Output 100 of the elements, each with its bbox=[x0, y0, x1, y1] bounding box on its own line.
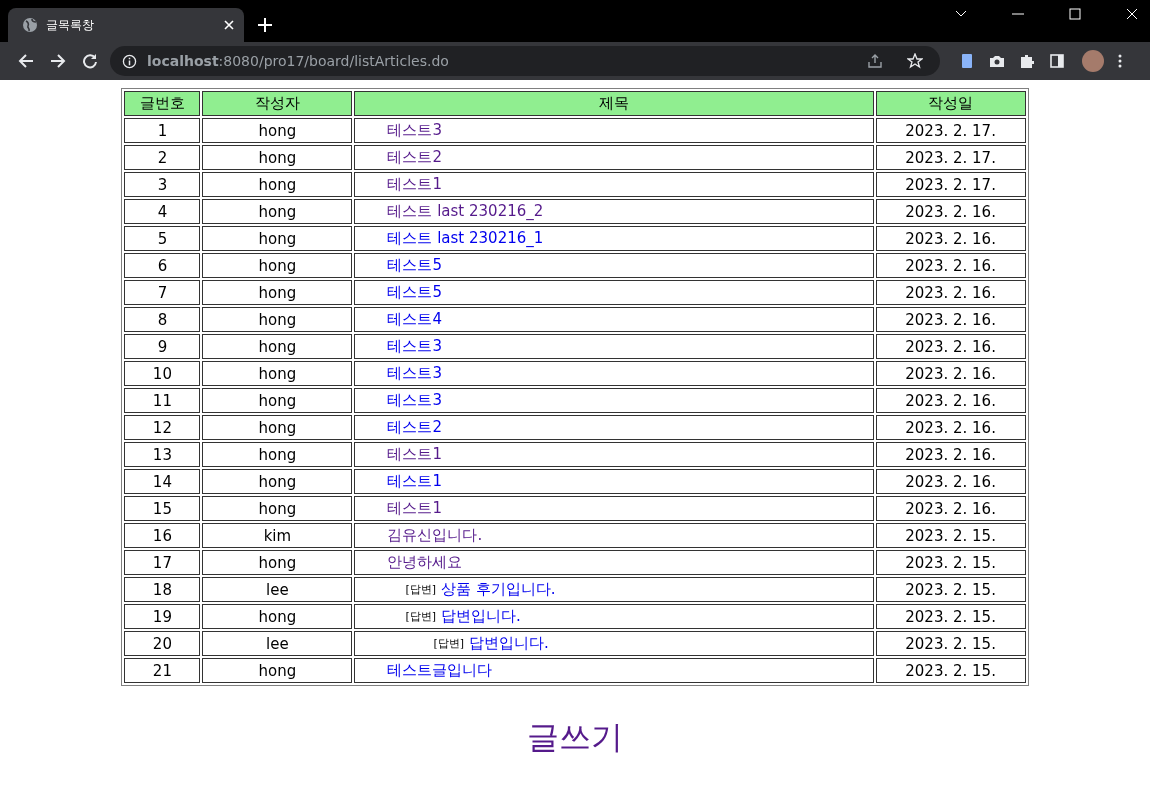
browser-tab[interactable]: 글목록창 bbox=[8, 8, 244, 42]
table-cell: hong bbox=[202, 280, 353, 305]
article-link[interactable]: 김유신입니다. bbox=[387, 526, 483, 545]
puzzle-icon[interactable] bbox=[1019, 53, 1035, 69]
table-cell: 2023. 2. 16. bbox=[875, 307, 1026, 332]
table-cell: 10 bbox=[124, 361, 201, 386]
article-link[interactable]: 테스트글입니다 bbox=[387, 661, 493, 680]
close-icon[interactable] bbox=[1126, 8, 1138, 20]
article-link[interactable]: 테스트3 bbox=[387, 337, 442, 356]
menu-icon[interactable] bbox=[1118, 53, 1122, 69]
article-link[interactable]: 답변입니다. bbox=[469, 634, 549, 653]
article-link[interactable]: 안녕하세요 bbox=[387, 553, 463, 572]
table-cell: 2023. 2. 16. bbox=[875, 199, 1026, 224]
document-icon[interactable] bbox=[959, 53, 975, 69]
new-tab-icon[interactable] bbox=[258, 18, 272, 32]
table-cell: 18 bbox=[124, 577, 201, 602]
table-cell: 2023. 2. 15. bbox=[875, 550, 1026, 575]
avatar-icon[interactable] bbox=[1082, 50, 1104, 72]
article-link[interactable]: 테스트 last 230216_2 bbox=[387, 202, 544, 221]
article-link[interactable]: 답변입니다. bbox=[441, 607, 521, 626]
table-cell: 2023. 2. 15. bbox=[875, 577, 1026, 602]
table-cell: hong bbox=[202, 118, 353, 143]
table-cell: 20 bbox=[124, 631, 201, 656]
column-header: 작성일 bbox=[875, 91, 1026, 116]
reply-label: [답변] bbox=[405, 609, 436, 624]
article-link[interactable]: 테스트3 bbox=[387, 364, 442, 383]
table-cell: 21 bbox=[124, 658, 201, 683]
reply-label: [답변] bbox=[405, 582, 436, 597]
address-bar[interactable]: localhost:8080/pro17/board/listArticles.do bbox=[110, 46, 940, 76]
reload-icon[interactable] bbox=[82, 53, 98, 69]
table-cell: 15 bbox=[124, 496, 201, 521]
tab-title: 글목록창 bbox=[46, 16, 95, 34]
table-cell: 2023. 2. 16. bbox=[875, 496, 1026, 521]
info-icon bbox=[122, 53, 137, 69]
table-cell: hong bbox=[202, 550, 353, 575]
article-link[interactable]: 테스트1 bbox=[387, 445, 442, 464]
table-cell: hong bbox=[202, 226, 353, 251]
article-link[interactable]: 테스트1 bbox=[387, 472, 442, 491]
back-arrow-icon[interactable] bbox=[18, 53, 34, 69]
table-cell: 2023. 2. 17. bbox=[875, 118, 1026, 143]
article-link[interactable]: 테스트5 bbox=[387, 256, 442, 275]
table-cell: 13 bbox=[124, 442, 201, 467]
article-link[interactable]: 테스트3 bbox=[387, 121, 442, 140]
table-cell: 2023. 2. 15. bbox=[875, 523, 1026, 548]
share-icon[interactable] bbox=[867, 53, 883, 69]
table-cell: 9 bbox=[124, 334, 201, 359]
table-cell: hong bbox=[202, 334, 353, 359]
column-header: 작성자 bbox=[202, 91, 353, 116]
maximize-icon[interactable] bbox=[1069, 8, 1081, 20]
table-cell: lee bbox=[202, 631, 353, 656]
table-cell: hong bbox=[202, 658, 353, 683]
close-icon[interactable] bbox=[224, 20, 234, 30]
table-cell: 19 bbox=[124, 604, 201, 629]
table-cell: 2023. 2. 16. bbox=[875, 280, 1026, 305]
table-cell: 2023. 2. 16. bbox=[875, 388, 1026, 413]
table-cell: 2023. 2. 16. bbox=[875, 334, 1026, 359]
globe-icon bbox=[22, 17, 38, 33]
side-panel-icon[interactable] bbox=[1049, 53, 1065, 69]
article-link[interactable]: 테스트3 bbox=[387, 391, 442, 410]
table-cell: 12 bbox=[124, 415, 201, 440]
column-header: 글번호 bbox=[124, 91, 201, 116]
table-cell: 1 bbox=[124, 118, 201, 143]
table-cell: hong bbox=[202, 415, 353, 440]
table-cell: 2023. 2. 16. bbox=[875, 469, 1026, 494]
table-cell: hong bbox=[202, 604, 353, 629]
article-link[interactable]: 테스트1 bbox=[387, 175, 442, 194]
table-cell: 8 bbox=[124, 307, 201, 332]
article-link[interactable]: 테스트2 bbox=[387, 148, 442, 167]
table-cell: hong bbox=[202, 469, 353, 494]
forward-arrow-icon[interactable] bbox=[50, 53, 66, 69]
table-cell: 2023. 2. 16. bbox=[875, 361, 1026, 386]
table-cell: hong bbox=[202, 496, 353, 521]
table-cell: 2023. 2. 17. bbox=[875, 145, 1026, 170]
table-cell: 16 bbox=[124, 523, 201, 548]
article-link[interactable]: 테스트1 bbox=[387, 499, 442, 518]
article-link[interactable]: 테스트2 bbox=[387, 418, 442, 437]
article-link[interactable]: 테스트5 bbox=[387, 283, 442, 302]
table-cell: 2023. 2. 15. bbox=[875, 658, 1026, 683]
camera-icon[interactable] bbox=[989, 53, 1005, 69]
article-link[interactable]: 상품 후기입니다. bbox=[441, 580, 556, 599]
column-header: 제목 bbox=[354, 91, 874, 116]
table-cell: hong bbox=[202, 307, 353, 332]
article-link[interactable]: 테스트4 bbox=[387, 310, 442, 329]
table-cell: 2023. 2. 16. bbox=[875, 226, 1026, 251]
table-cell: 11 bbox=[124, 388, 201, 413]
table-cell: 2023. 2. 16. bbox=[875, 442, 1026, 467]
table-cell: kim bbox=[202, 523, 353, 548]
table-cell: hong bbox=[202, 199, 353, 224]
article-link[interactable]: 테스트 last 230216_1 bbox=[387, 229, 544, 248]
table-cell: 5 bbox=[124, 226, 201, 251]
table-cell: 14 bbox=[124, 469, 201, 494]
table-cell: hong bbox=[202, 388, 353, 413]
table-cell: 2023. 2. 15. bbox=[875, 631, 1026, 656]
table-cell: 4 bbox=[124, 199, 201, 224]
write-link[interactable]: 글쓰기 bbox=[527, 718, 623, 756]
table-cell: 2023. 2. 16. bbox=[875, 253, 1026, 278]
table-cell: hong bbox=[202, 442, 353, 467]
table-cell: 2023. 2. 15. bbox=[875, 604, 1026, 629]
reply-label: [답변] bbox=[433, 636, 464, 651]
star-icon[interactable] bbox=[907, 53, 923, 69]
